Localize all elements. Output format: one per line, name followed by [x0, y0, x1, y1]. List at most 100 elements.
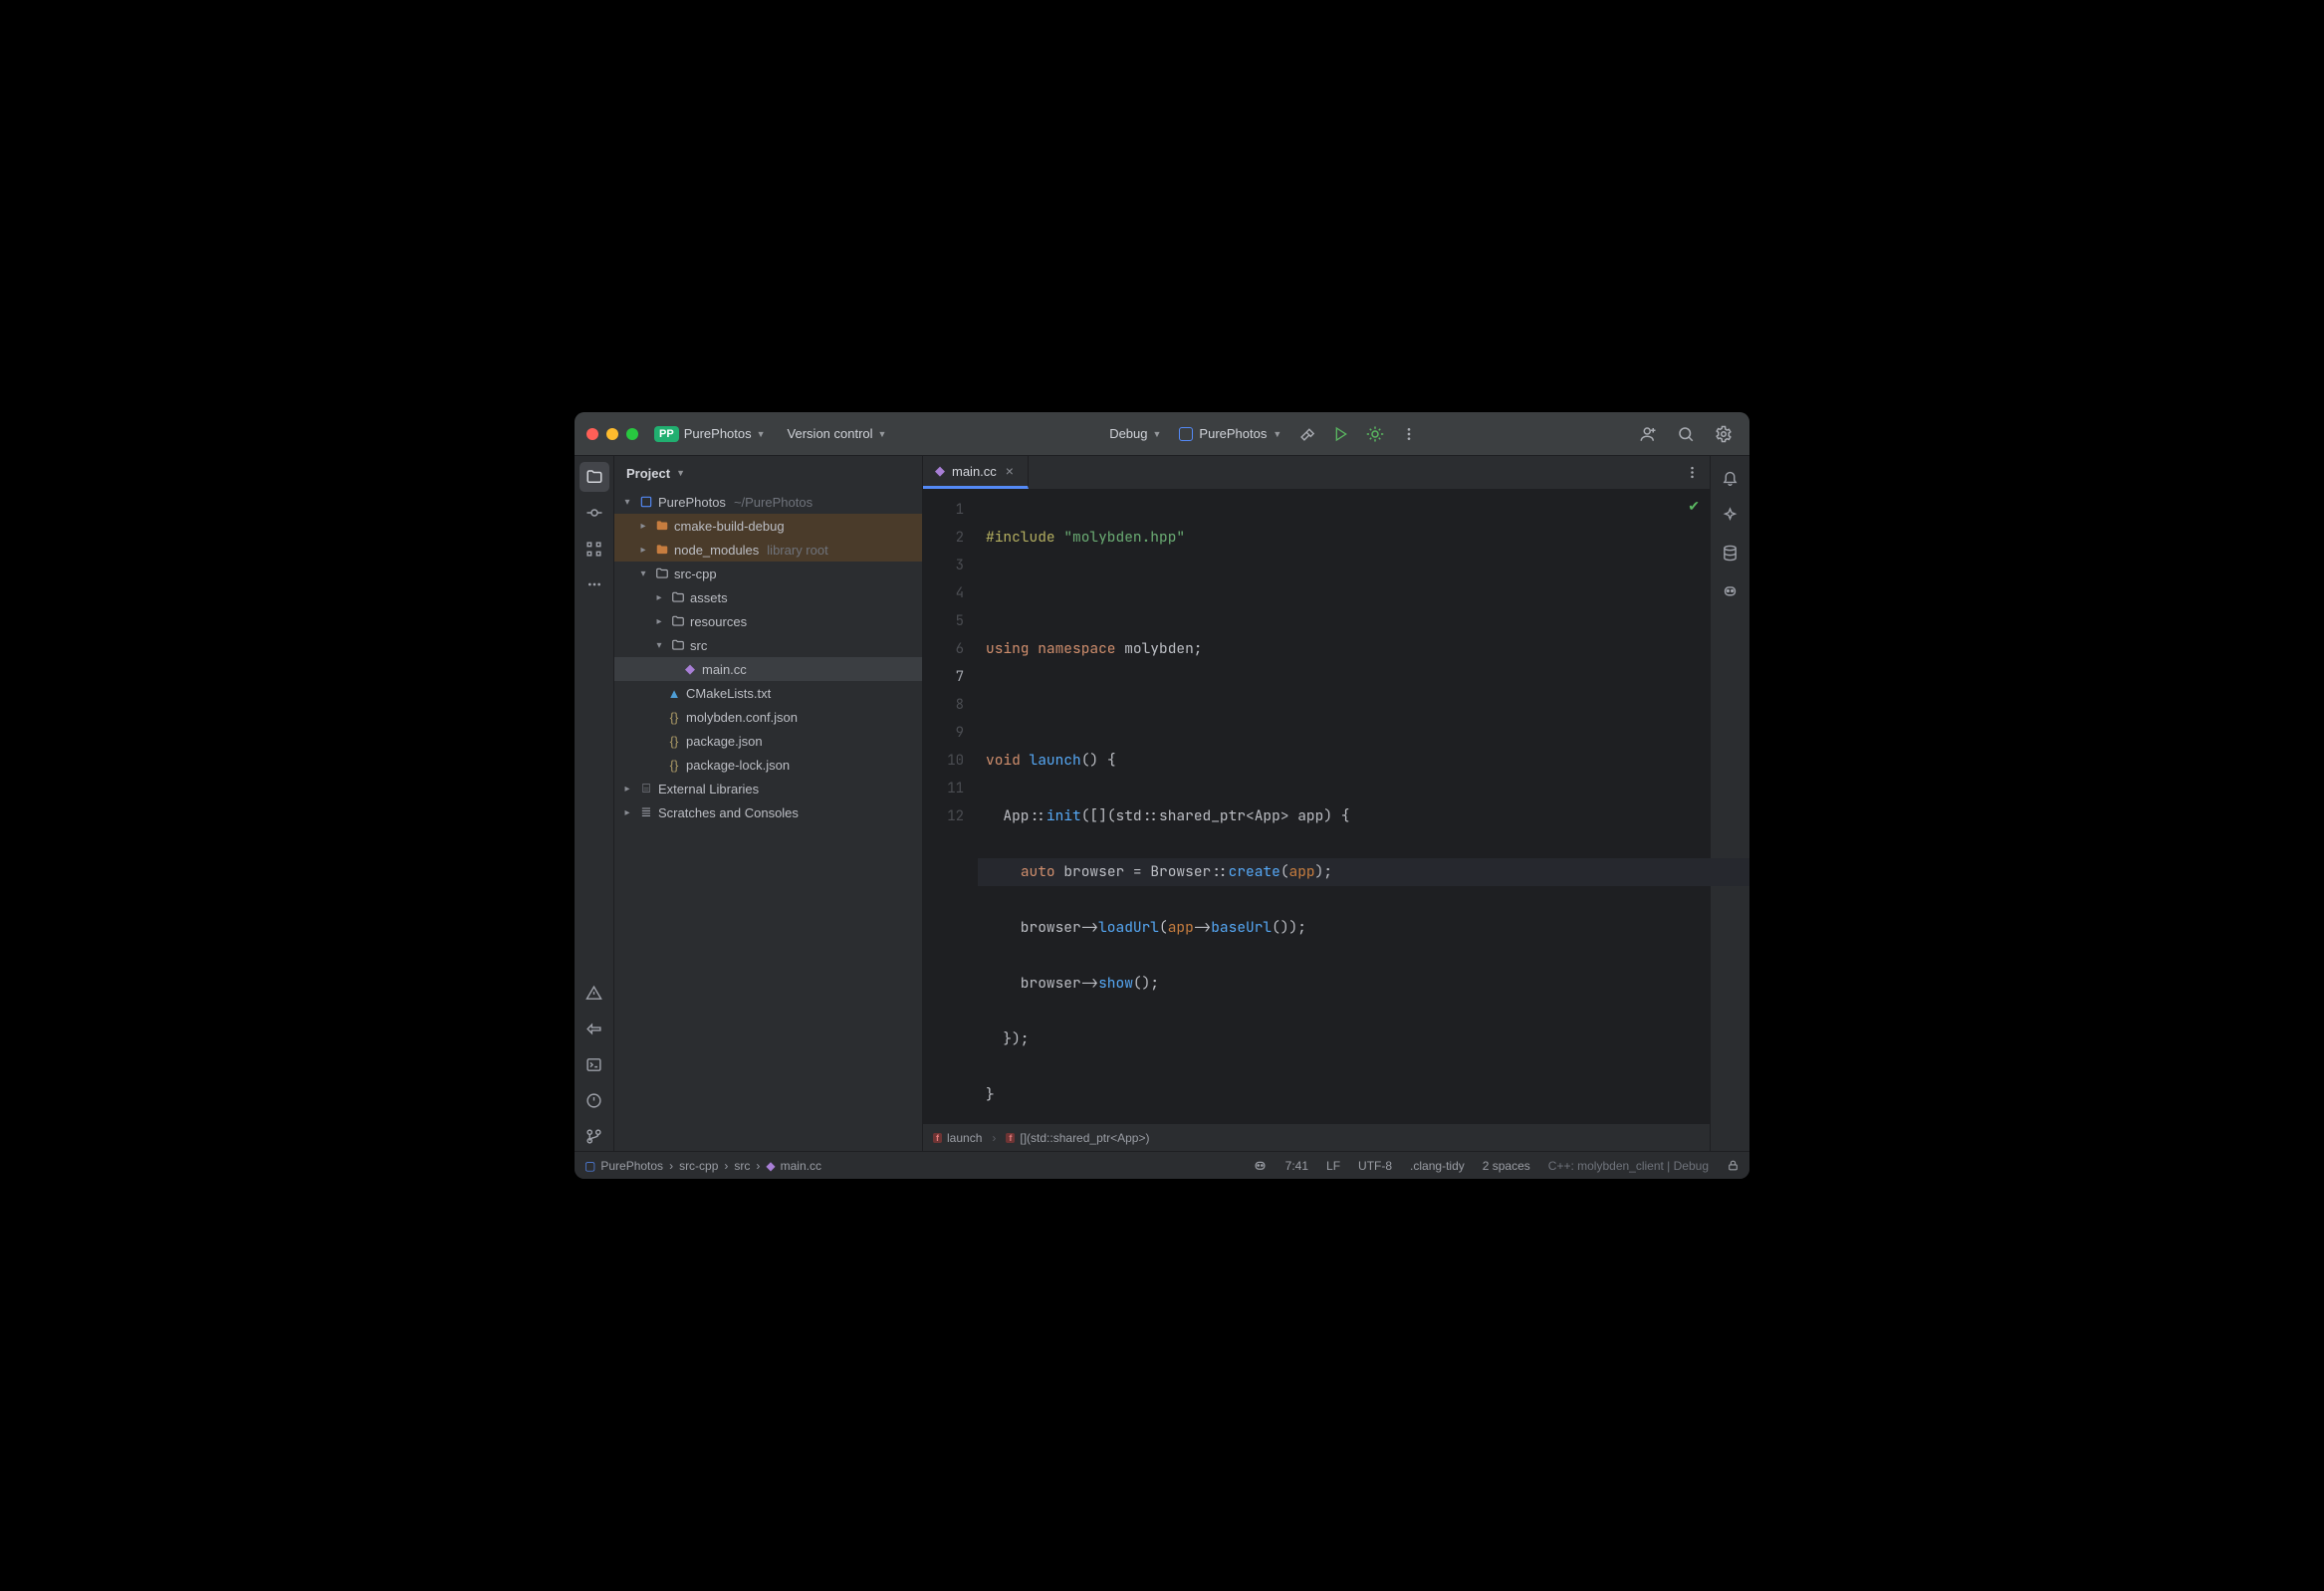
line-number: 3	[923, 552, 964, 579]
ide-window: PP PurePhotos ▼ Version control ▼ Debug …	[575, 412, 1749, 1179]
library-icon: ⌸	[638, 781, 654, 796]
breadcrumb-sep: ›	[756, 1159, 760, 1173]
function-badge-icon: f	[933, 1133, 942, 1143]
project-panel-header[interactable]: Project ▼	[614, 456, 922, 490]
chevron-right-icon: ▸	[620, 784, 634, 795]
json-file-icon: {}	[666, 734, 682, 749]
tree-label: main.cc	[702, 662, 747, 677]
line-number: 4	[923, 579, 964, 607]
settings-button[interactable]	[1710, 420, 1738, 448]
chevron-right-icon: ▸	[636, 545, 650, 556]
breadcrumb-launch[interactable]: f launch	[933, 1131, 982, 1145]
minimize-icon[interactable]	[606, 428, 618, 440]
tree-label: CMakeLists.txt	[686, 686, 771, 701]
warnings-tool-button[interactable]	[580, 978, 609, 1008]
chevron-down-icon: ▼	[757, 429, 766, 439]
chevron-down-icon: ▾	[620, 497, 634, 508]
debug-menu[interactable]: Debug ▼	[1103, 422, 1167, 445]
folder-icon	[670, 614, 686, 628]
tree-file-package-json[interactable]: {} package.json	[614, 729, 922, 753]
tab-actions-button[interactable]	[1675, 456, 1710, 489]
chevron-down-icon: ▾	[636, 568, 650, 579]
code-content[interactable]: #include "molybden.hpp" using namespace …	[978, 490, 1710, 1123]
close-tab-button[interactable]: ×	[1004, 463, 1016, 479]
vcs-menu[interactable]: Version control ▼	[782, 422, 893, 445]
search-button[interactable]	[1672, 420, 1700, 448]
tab-filename: main.cc	[952, 464, 997, 479]
tree-root[interactable]: ▾ PurePhotos ~/PurePhotos	[614, 490, 922, 514]
cmake-file-icon: ▲	[666, 686, 682, 701]
commit-tool-button[interactable]	[580, 498, 609, 528]
structure-tool-button[interactable]	[580, 534, 609, 564]
terminal-tool-button[interactable]	[580, 1049, 609, 1079]
chevron-down-icon: ▾	[652, 640, 666, 651]
editor-tab-main-cc[interactable]: ◆ main.cc ×	[923, 456, 1029, 489]
tree-folder-resources[interactable]: ▸ resources	[614, 609, 922, 633]
line-number: 8	[923, 691, 964, 719]
tree-path: ~/PurePhotos	[734, 495, 813, 510]
code-with-me-button[interactable]	[1634, 420, 1662, 448]
run-configuration-selector[interactable]: PurePhotos ▼	[1173, 422, 1287, 445]
breadcrumb-project[interactable]: ▢ PurePhotos	[584, 1159, 663, 1173]
project-tool-button[interactable]	[580, 462, 609, 492]
database-button[interactable]	[1716, 538, 1745, 568]
run-button[interactable]	[1327, 420, 1355, 448]
line-number: 1	[923, 496, 964, 524]
tree-scratches[interactable]: ▸ ≣ Scratches and Consoles	[614, 800, 922, 824]
ai-assistant-button[interactable]	[1716, 500, 1745, 530]
project-badge-icon: PP	[654, 426, 679, 442]
line-number: 2	[923, 524, 964, 552]
tree-file-conf-json[interactable]: {} molybden.conf.json	[614, 705, 922, 729]
breadcrumb-sep: ›	[724, 1159, 728, 1173]
vcs-label: Version control	[788, 426, 873, 441]
panel-title: Project	[626, 466, 670, 481]
more-tool-button[interactable]	[580, 569, 609, 599]
tree-folder-node-modules[interactable]: ▸ node_modules library root	[614, 538, 922, 562]
run-tool-button[interactable]	[580, 1014, 609, 1043]
breadcrumb-label: src-cpp	[679, 1159, 718, 1173]
cpp-file-icon: ◆	[766, 1159, 775, 1173]
breadcrumb-src-cpp[interactable]: src-cpp	[679, 1159, 718, 1173]
tree-folder-assets[interactable]: ▸ assets	[614, 585, 922, 609]
editor-column: ◆ main.cc × ✔ 1 2 3 4 5 6 7 8	[923, 456, 1710, 1151]
notifications-button[interactable]	[1716, 462, 1745, 492]
tree-file-package-lock[interactable]: {} package-lock.json	[614, 753, 922, 777]
chevron-down-icon: ▼	[1153, 429, 1162, 439]
maximize-icon[interactable]	[626, 428, 638, 440]
tree-note: library root	[767, 543, 827, 558]
chevron-down-icon: ▼	[676, 468, 685, 478]
folder-icon	[670, 590, 686, 604]
json-file-icon: {}	[666, 758, 682, 773]
project-panel: Project ▼ ▾ PurePhotos ~/PurePhotos ▸ cm…	[614, 456, 923, 1151]
breadcrumb-file[interactable]: ◆ main.cc	[766, 1159, 821, 1173]
more-actions-button[interactable]	[1395, 420, 1423, 448]
tree-label: PurePhotos	[658, 495, 726, 510]
chevron-right-icon: ▸	[652, 616, 666, 627]
editor-area[interactable]: ✔ 1 2 3 4 5 6 7 8 9 10 11 12 #include "m…	[923, 490, 1710, 1123]
line-number: 6	[923, 635, 964, 663]
debug-button[interactable]	[1361, 420, 1389, 448]
tree-label: src	[690, 638, 707, 653]
tree-folder-src[interactable]: ▾ src	[614, 633, 922, 657]
git-tool-button[interactable]	[580, 1121, 609, 1151]
module-icon: ▢	[584, 1159, 595, 1173]
lock-icon[interactable]	[1727, 1159, 1740, 1172]
folder-icon	[654, 519, 670, 533]
tree-folder-src-cpp[interactable]: ▾ src-cpp	[614, 562, 922, 585]
breadcrumb-src[interactable]: src	[734, 1159, 750, 1173]
tree-file-main-cc[interactable]: ◆ main.cc	[614, 657, 922, 681]
chevron-right-icon: ▸	[652, 592, 666, 603]
tree-label: resources	[690, 614, 747, 629]
build-button[interactable]	[1293, 420, 1321, 448]
tree-folder-cmake[interactable]: ▸ cmake-build-debug	[614, 514, 922, 538]
project-selector[interactable]: PP PurePhotos ▼	[648, 422, 772, 446]
tree-file-cmakelists[interactable]: ▲ CMakeLists.txt	[614, 681, 922, 705]
close-icon[interactable]	[586, 428, 598, 440]
tree-label: src-cpp	[674, 567, 717, 581]
ide-body: Project ▼ ▾ PurePhotos ~/PurePhotos ▸ cm…	[575, 456, 1749, 1151]
problems-tool-button[interactable]	[580, 1085, 609, 1115]
copilot-button[interactable]	[1716, 575, 1745, 605]
project-name-label: PurePhotos	[684, 426, 752, 441]
status-breadcrumb: ▢ PurePhotos › src-cpp › src › ◆ main.cc	[584, 1159, 821, 1173]
tree-external-libs[interactable]: ▸ ⌸ External Libraries	[614, 777, 922, 800]
